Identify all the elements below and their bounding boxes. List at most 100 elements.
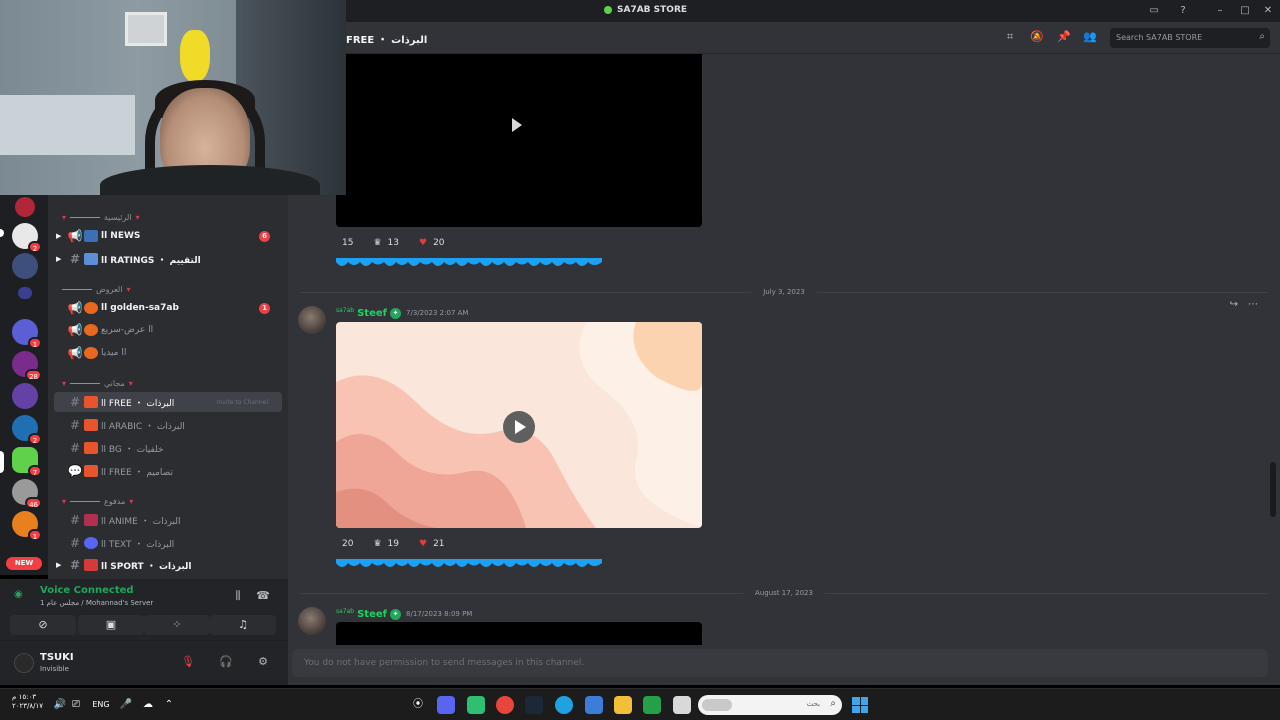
- message-timestamp[interactable]: 7/3/2023 2:07 AM: [406, 309, 468, 317]
- channel-anime[interactable]: # ll ANIME ・ البرذات: [54, 510, 282, 530]
- volume-icon[interactable]: 🔊: [52, 697, 68, 713]
- folder-icon[interactable]: [18, 287, 32, 299]
- server-icon[interactable]: 1: [12, 319, 42, 349]
- obs-app-icon[interactable]: ⦿: [410, 697, 426, 713]
- voice-status[interactable]: Voice Connected: [40, 585, 134, 596]
- minimize-icon[interactable]: –: [1212, 3, 1228, 19]
- language-indicator[interactable]: ENG: [90, 697, 112, 713]
- invite-to-channel-button[interactable]: Invite to Channel: [217, 399, 268, 406]
- heart-icon: ♥: [418, 539, 428, 549]
- disconnect-icon[interactable]: ☎: [255, 589, 271, 605]
- author-name[interactable]: Steef: [357, 609, 387, 620]
- chrome-app-icon[interactable]: [496, 696, 514, 714]
- author-avatar[interactable]: [298, 306, 326, 334]
- app-icon[interactable]: [585, 696, 603, 714]
- noise-suppression-icon[interactable]: ⫼: [230, 589, 246, 605]
- pinned-messages-icon[interactable]: 📌: [1056, 30, 1072, 46]
- channel-quick-offer[interactable]: 📢 عرض-سريع ll: [54, 320, 282, 340]
- video-attachment[interactable]: [336, 622, 702, 645]
- tray-app-icon[interactable]: ☁: [140, 697, 156, 713]
- mute-microphone-icon[interactable]: 🎙: [180, 655, 196, 671]
- category-header[interactable]: ▾ مجاني ▾: [62, 376, 133, 390]
- file-explorer-icon[interactable]: [614, 696, 632, 714]
- anime-emoji-icon: [84, 514, 98, 526]
- channel-bg[interactable]: # ll BG ・ خلفيات: [54, 438, 282, 458]
- maximize-icon[interactable]: □: [1237, 3, 1253, 19]
- play-button[interactable]: [503, 411, 535, 443]
- network-icon[interactable]: ⎚: [68, 697, 84, 713]
- server-icon[interactable]: 2: [12, 223, 42, 253]
- scrollbar-thumb[interactable]: [1270, 462, 1276, 517]
- author-avatar[interactable]: [298, 607, 326, 635]
- server-icon[interactable]: [15, 197, 35, 217]
- soundboard-button[interactable]: ♫: [210, 615, 276, 635]
- start-menu-icon[interactable]: [852, 697, 868, 713]
- category-header[interactable]: العروض ▾: [62, 282, 130, 296]
- screen-share-button[interactable]: ▣: [78, 615, 144, 635]
- twitch-server-icon[interactable]: [12, 383, 38, 409]
- sa7ab-store-server-icon[interactable]: 7: [12, 447, 42, 477]
- reaction-button[interactable]: ♛ 13: [367, 234, 405, 252]
- channel-media[interactable]: 📢 ميديا ll: [54, 343, 282, 363]
- notification-settings-icon[interactable]: 🔕: [1029, 30, 1045, 46]
- help-icon[interactable]: ?: [1175, 3, 1191, 19]
- channel-news[interactable]: ▶ 📢 ll NEWS 6: [54, 226, 282, 246]
- taskbar-search[interactable]: بحث ⌕: [698, 695, 842, 715]
- voice-channel-name[interactable]: مجلس عام 1 / Mohannad's Server: [40, 599, 153, 607]
- search-input[interactable]: Search SA7AB STORE ⌕: [1110, 28, 1270, 48]
- reaction-button[interactable]: 20: [336, 535, 359, 553]
- camera-off-button[interactable]: ⊘: [10, 615, 76, 635]
- username[interactable]: TSUKI: [40, 652, 74, 663]
- app-icon[interactable]: [673, 696, 691, 714]
- category-header[interactable]: ▾ الرئيسية ▾: [62, 210, 140, 224]
- server-icon[interactable]: [12, 253, 38, 279]
- search-icon: ⌕: [1259, 31, 1265, 42]
- microphone-icon[interactable]: 🎤: [118, 697, 134, 713]
- channel-ratings[interactable]: ▶ # ll RATINGS ・ التقييم: [54, 249, 282, 269]
- threads-icon[interactable]: ⌗: [1002, 30, 1018, 46]
- more-options-icon[interactable]: ⋯: [1248, 299, 1258, 310]
- clock[interactable]: ١٥:٠٣ م ٢٠٢٣/٨/١٧: [12, 693, 43, 711]
- new-unreads-badge[interactable]: NEW: [6, 557, 42, 570]
- headphones-icon[interactable]: 🎧: [218, 655, 234, 671]
- message-timestamp[interactable]: 8/17/2023 8:09 PM: [406, 610, 472, 618]
- server-icon[interactable]: 2: [12, 415, 42, 445]
- store-app-icon[interactable]: [643, 696, 661, 714]
- edge-app-icon[interactable]: [555, 696, 573, 714]
- channel-free-designs[interactable]: 💬 ll FREE ・ تصاميم: [54, 461, 282, 481]
- inbox-icon[interactable]: ▭: [1146, 3, 1162, 19]
- app-icon[interactable]: [467, 696, 485, 714]
- server-icon[interactable]: 1: [12, 511, 42, 541]
- play-icon[interactable]: [512, 118, 522, 132]
- server-icon[interactable]: 28: [12, 351, 42, 381]
- video-attachment[interactable]: [336, 322, 702, 528]
- category-header[interactable]: ▾ مدفوع ▾: [62, 494, 133, 508]
- reaction-button[interactable]: ♥ 20: [413, 234, 451, 252]
- member-list-icon[interactable]: 👥: [1082, 30, 1098, 46]
- channel-text[interactable]: # ll TEXT ・ البرذات: [54, 533, 282, 553]
- channel-sidebar: ▾ الرئيسية ▾ ▶ 📢 ll NEWS 6 ▶ # ll RATINGS ・ الت…: [48, 195, 288, 579]
- webcam-overlay: [0, 0, 346, 195]
- user-avatar[interactable]: [14, 653, 34, 673]
- windows-taskbar: ١٥:٠٣ م ٢٠٢٣/٨/١٧ 🔊 ⎚ ENG 🎤 ☁ ⌃ ⦿ بحث ⌕: [0, 688, 1280, 720]
- steam-app-icon[interactable]: [525, 696, 543, 714]
- role-badge-icon: ✦: [390, 608, 402, 620]
- video-attachment[interactable]: [336, 54, 702, 227]
- discord-app-icon[interactable]: [437, 696, 455, 714]
- author-name[interactable]: Steef: [357, 308, 387, 319]
- reaction-button[interactable]: 15: [336, 234, 359, 252]
- server-icon[interactable]: 46: [12, 479, 42, 509]
- fire-emoji-icon: [84, 347, 98, 359]
- channel-free-active[interactable]: # ll FREE ・ البرذات Invite to Channel: [54, 392, 282, 412]
- close-icon[interactable]: ✕: [1260, 3, 1276, 19]
- server-badge: 1: [28, 337, 42, 349]
- activities-button[interactable]: ⁘: [144, 615, 210, 635]
- channel-golden-sa7ab[interactable]: 📢 ll golden-sa7ab 1: [54, 298, 282, 318]
- show-hidden-icons-icon[interactable]: ⌃: [161, 697, 177, 713]
- reaction-button[interactable]: ♛ 19: [367, 535, 405, 553]
- reaction-button[interactable]: ♥ 21: [413, 535, 451, 553]
- channel-arabic[interactable]: # ll ARABIC ・ البرذات: [54, 415, 282, 435]
- channel-sport[interactable]: ▶ # ll SPORT ・ البرذات: [54, 555, 282, 575]
- forward-icon[interactable]: ↪: [1230, 299, 1238, 310]
- settings-gear-icon[interactable]: ⚙: [255, 655, 271, 671]
